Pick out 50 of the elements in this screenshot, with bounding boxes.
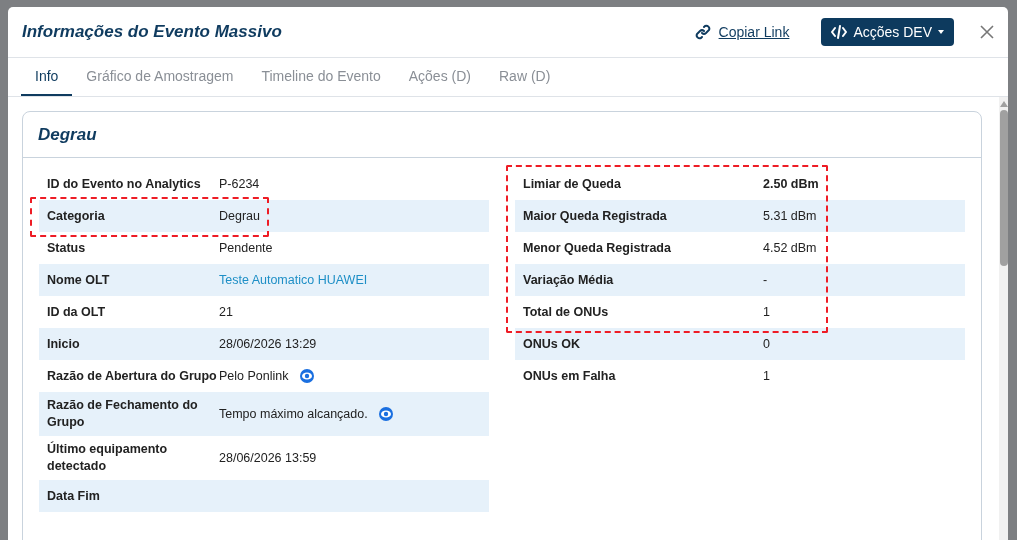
modal-title: Informações do Evento Massivo <box>22 22 283 42</box>
field-label: Razão de Abertura do Grupo <box>46 367 218 385</box>
field-value: 0 <box>763 337 770 351</box>
field-value: Degrau <box>219 209 260 223</box>
field-label: Total de ONUs <box>522 303 610 321</box>
eye-icon[interactable] <box>377 407 394 421</box>
field-value: Tempo máximo alcançado. <box>219 407 368 421</box>
field-label: Último equipamento detectado <box>46 440 169 475</box>
close-icon[interactable] <box>980 25 994 39</box>
link-icon <box>694 24 711 40</box>
scrollbar[interactable] <box>999 97 1008 540</box>
field-label: Data Fim <box>46 487 101 505</box>
field-value: 28/06/2026 13:59 <box>219 451 317 465</box>
field-value: 1 <box>763 369 770 383</box>
field-label: Status <box>46 239 87 257</box>
dev-actions-button[interactable]: Acções DEV <box>821 18 954 46</box>
tab[interactable]: Raw (D) <box>485 58 565 96</box>
field-label: Menor Queda Registrada <box>522 239 672 257</box>
card-title: Degrau <box>38 124 97 145</box>
code-icon <box>831 25 848 39</box>
field-label: Razão de Fechamento do Grupo <box>46 397 199 431</box>
field-label: Inicio <box>46 335 81 353</box>
scrollbar-thumb[interactable] <box>999 110 1008 266</box>
tab[interactable]: Gráfico de Amostragem <box>72 58 248 96</box>
eye-icon[interactable] <box>298 369 315 383</box>
field-value: - <box>763 273 768 287</box>
field-value: 21 <box>219 305 233 319</box>
field-label: ID do Evento no Analytics <box>46 175 202 193</box>
field-value: 1 <box>763 305 770 319</box>
caret-icon <box>938 30 944 34</box>
field-value: 4.52 dBm <box>763 241 817 255</box>
field-value: P-6234 <box>219 177 260 191</box>
field-label: ONUs OK <box>522 335 581 353</box>
field-value: Pendente <box>219 241 273 255</box>
field-label: ONUs em Falha <box>522 367 617 385</box>
tab[interactable]: Info <box>21 58 73 96</box>
field-label: Categoria <box>46 207 106 225</box>
field-label: Nome OLT <box>46 271 111 289</box>
field-label: Variação Média <box>522 271 615 289</box>
field-value: 2.50 dBm <box>763 177 819 191</box>
field-label: ID da OLT <box>46 303 107 321</box>
field-label: Limiar de Queda <box>522 175 622 193</box>
field-value: Pelo Ponlink <box>219 369 289 383</box>
field-value: 5.31 dBm <box>763 209 817 223</box>
tab[interactable]: Timeline do Evento <box>247 58 395 96</box>
field-label: Maior Queda Registrada <box>522 207 668 225</box>
field-value: 28/06/2026 13:29 <box>219 337 317 351</box>
copy-link[interactable]: Copiar Link <box>694 24 790 40</box>
olt-link[interactable]: Teste Automatico HUAWEI <box>219 273 368 287</box>
tab[interactable]: Ações (D) <box>394 58 485 96</box>
